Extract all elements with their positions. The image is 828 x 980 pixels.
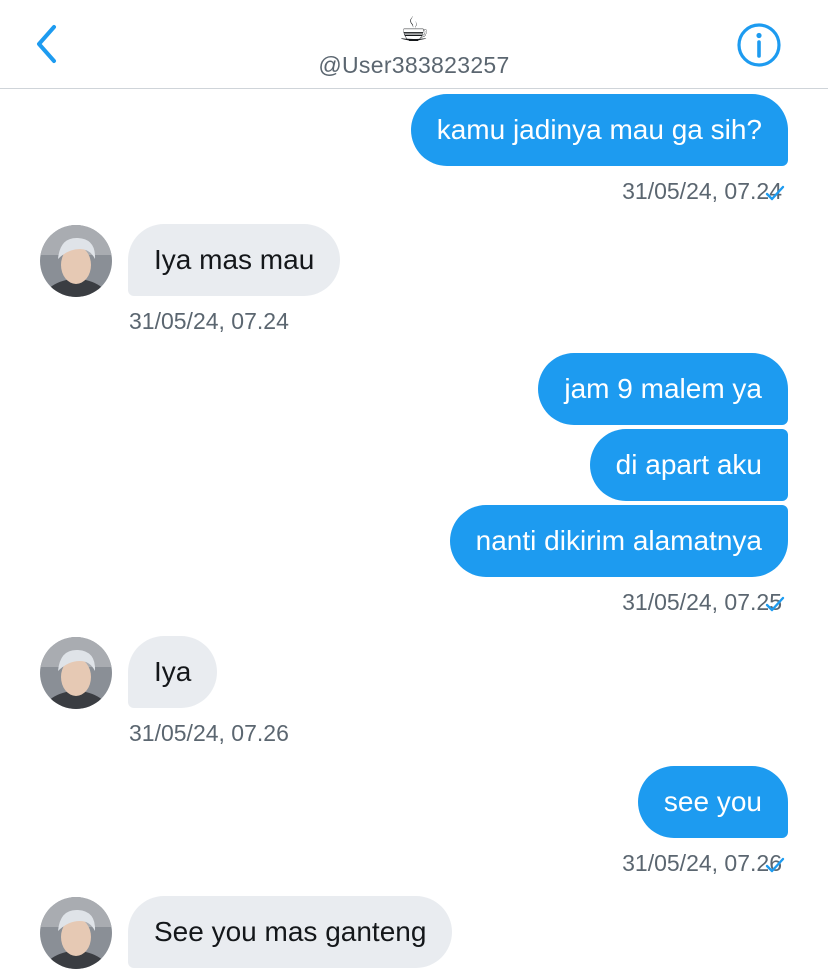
checkmark-icon <box>765 596 785 612</box>
message-bubble-sent[interactable]: see you <box>637 766 788 838</box>
profile-emoji-avatar[interactable]: ☕ <box>386 8 442 52</box>
contact-photo <box>40 897 112 969</box>
message-timestamp: 31/05/24, 07.26 <box>129 720 289 746</box>
message-bubble-received[interactable]: Iya <box>128 636 218 708</box>
info-button[interactable] <box>736 22 782 68</box>
message-timestamp: 31/05/24, 07.25 <box>622 589 782 615</box>
contact-avatar[interactable] <box>40 897 112 969</box>
message-bubble-sent[interactable]: jam 9 malem ya <box>538 353 788 425</box>
conversation-header: ☕ @User383823257 <box>0 0 828 89</box>
contact-avatar[interactable] <box>40 225 112 297</box>
contact-avatar[interactable] <box>40 637 112 709</box>
message-bubble-sent[interactable]: di apart aku <box>589 429 788 501</box>
conversation-handle[interactable]: @User383823257 <box>0 52 828 79</box>
info-circle-icon <box>737 23 781 67</box>
message-bubble-received[interactable]: See you mas ganteng <box>128 896 453 968</box>
message-bubble-sent[interactable]: nanti dikirim alamatnya <box>449 505 788 577</box>
contact-photo <box>40 225 112 297</box>
message-bubble-received[interactable]: Iya mas mau <box>128 224 341 296</box>
message-timestamp: 31/05/24, 07.26 <box>622 850 782 876</box>
checkmark-icon <box>765 857 785 873</box>
message-timestamp: 31/05/24, 07.24 <box>622 178 782 204</box>
checkmark-icon <box>765 185 785 201</box>
contact-photo <box>40 637 112 709</box>
message-bubble-sent[interactable]: kamu jadinya mau ga sih? <box>410 94 788 166</box>
message-timestamp: 31/05/24, 07.24 <box>129 308 289 334</box>
